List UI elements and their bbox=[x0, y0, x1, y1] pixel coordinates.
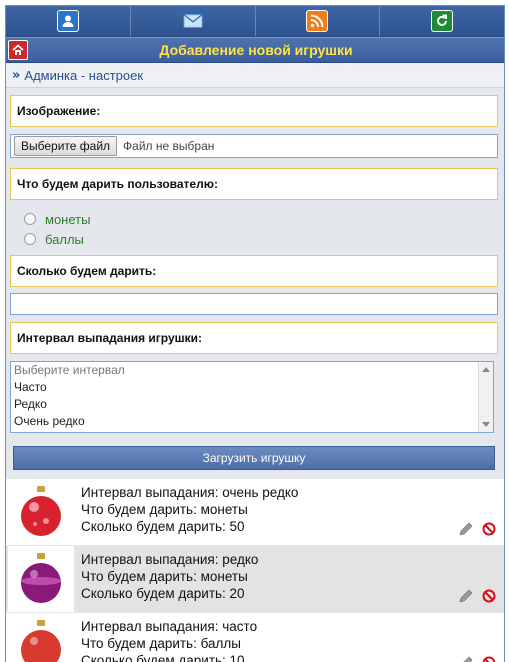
radio-coins[interactable]: монеты bbox=[24, 209, 90, 229]
toy-actions bbox=[458, 588, 496, 604]
nav-rss-button[interactable] bbox=[256, 6, 381, 36]
page-title: Добавление новой игрушки bbox=[28, 42, 484, 58]
toy-gift: Что будем дарить: баллы bbox=[81, 635, 504, 652]
title-bar: Добавление новой игрушки bbox=[6, 37, 504, 63]
amount-label: Сколько будем дарить: bbox=[10, 255, 498, 287]
edit-pencil-icon[interactable] bbox=[458, 521, 474, 537]
scrollbar[interactable] bbox=[478, 362, 493, 432]
nav-refresh-button[interactable] bbox=[380, 6, 504, 36]
top-nav bbox=[6, 6, 504, 37]
nav-mail-button[interactable] bbox=[131, 6, 256, 36]
interval-select[interactable]: Выберите интервал Часто Редко Очень редк… bbox=[10, 361, 494, 433]
toy-details: Интервал выпадания: часто Что будем дари… bbox=[74, 613, 504, 662]
interval-option[interactable]: Часто bbox=[11, 379, 493, 396]
image-label: Изображение: bbox=[10, 95, 498, 127]
mail-icon bbox=[183, 11, 203, 31]
gift-type-radio-group: монеты баллы bbox=[24, 209, 90, 249]
rss-icon bbox=[306, 10, 328, 32]
amount-input[interactable] bbox=[10, 293, 498, 315]
interval-option[interactable]: Очень редко bbox=[11, 413, 493, 430]
toy-item: Интервал выпадания: очень редко Что буде… bbox=[6, 479, 504, 545]
toy-image bbox=[8, 613, 74, 662]
radio-button[interactable] bbox=[24, 233, 36, 245]
christmas-ball-icon bbox=[19, 550, 63, 608]
delete-icon[interactable] bbox=[482, 589, 496, 603]
toy-image bbox=[8, 479, 74, 545]
interval-label: Интервал выпадания игрушки: bbox=[10, 322, 498, 354]
toy-gift: Что будем дарить: монеты bbox=[81, 501, 504, 518]
christmas-ball-icon bbox=[19, 483, 63, 541]
toy-item: Интервал выпадания: часто Что будем дари… bbox=[6, 613, 504, 662]
christmas-ball-icon bbox=[19, 617, 63, 662]
radio-button[interactable] bbox=[24, 213, 36, 225]
interval-option[interactable]: Редко bbox=[11, 396, 493, 413]
gift-type-label: Что будем дарить пользователю: bbox=[10, 168, 498, 200]
toy-amount: Сколько будем дарить: 50 bbox=[81, 518, 504, 535]
toy-interval: Интервал выпадания: редко bbox=[81, 551, 504, 568]
toy-interval: Интервал выпадания: очень редко bbox=[81, 484, 504, 501]
toy-interval: Интервал выпадания: часто bbox=[81, 618, 504, 635]
refresh-icon bbox=[431, 10, 453, 32]
breadcrumb-link[interactable]: Админка - настроек bbox=[24, 68, 143, 83]
interval-option[interactable]: Выберите интервал bbox=[11, 362, 493, 379]
choose-file-button[interactable]: Выберите файл bbox=[14, 136, 117, 156]
edit-pencil-icon[interactable] bbox=[458, 588, 474, 604]
radio-label-points: баллы bbox=[45, 232, 84, 247]
radio-label-coins: монеты bbox=[45, 212, 90, 227]
toy-item: Интервал выпадания: редко Что будем дари… bbox=[6, 546, 504, 612]
file-input[interactable]: Выберите файл Файл не выбран bbox=[10, 134, 498, 158]
file-status: Файл не выбран bbox=[123, 139, 214, 153]
radio-points[interactable]: баллы bbox=[24, 229, 90, 249]
toy-amount: Сколько будем дарить: 20 bbox=[81, 585, 504, 602]
toy-details: Интервал выпадания: редко Что будем дари… bbox=[74, 546, 504, 612]
home-button[interactable] bbox=[8, 40, 28, 60]
upload-toy-button[interactable]: Загрузить игрушку bbox=[13, 446, 495, 470]
app-frame: Добавление новой игрушки » Админка - нас… bbox=[5, 5, 505, 662]
scroll-down-icon[interactable] bbox=[482, 422, 490, 427]
delete-icon[interactable] bbox=[482, 656, 496, 662]
home-icon bbox=[12, 44, 24, 56]
toy-details: Интервал выпадания: очень редко Что буде… bbox=[74, 479, 504, 545]
toy-actions bbox=[458, 521, 496, 537]
scroll-up-icon[interactable] bbox=[482, 367, 490, 372]
nav-profile-button[interactable] bbox=[6, 6, 131, 36]
breadcrumb: » Админка - настроек bbox=[6, 63, 504, 88]
delete-icon[interactable] bbox=[482, 522, 496, 536]
toy-image bbox=[8, 546, 74, 612]
toy-gift: Что будем дарить: монеты bbox=[81, 568, 504, 585]
breadcrumb-arrow-icon: » bbox=[12, 68, 20, 83]
user-icon bbox=[57, 10, 79, 32]
